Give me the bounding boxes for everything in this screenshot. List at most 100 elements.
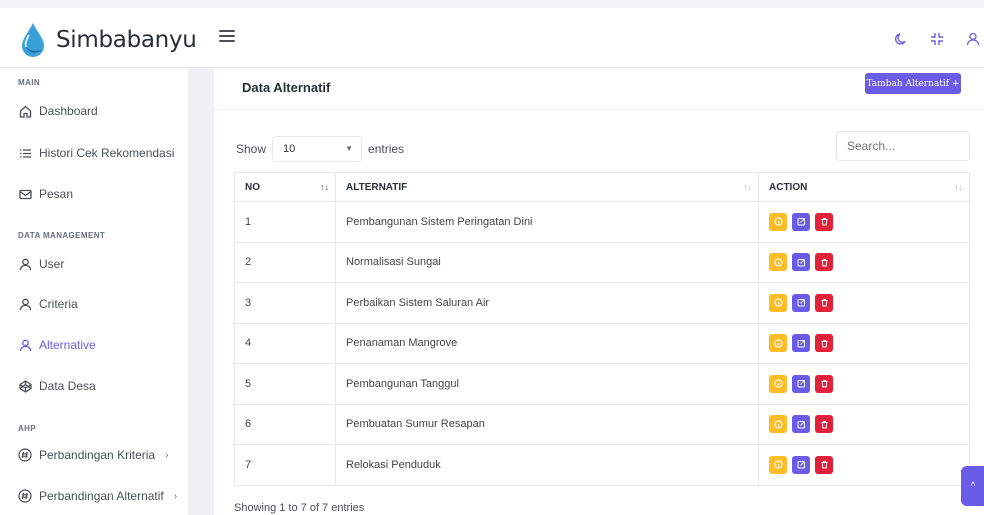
cell-alternatif: Penanaman Mangrove <box>335 322 759 364</box>
sort-icon: ↑↓ <box>320 182 329 192</box>
minimize-icon[interactable] <box>926 28 948 50</box>
edit-icon <box>797 461 805 469</box>
entries-select[interactable]: 10 ▼ <box>272 136 363 162</box>
info-icon <box>773 258 783 267</box>
column-header-action[interactable]: ACTION ↑↓ <box>758 172 970 202</box>
detail-button[interactable] <box>769 253 787 272</box>
delete-button[interactable] <box>815 212 833 231</box>
chevron-right-icon: › <box>173 490 178 502</box>
delete-button[interactable] <box>815 415 833 434</box>
detail-button[interactable] <box>769 334 787 353</box>
hash-circle-icon <box>18 489 32 503</box>
cell-no: 7 <box>234 444 336 486</box>
cell-alternatif: Pembangunan Sistem Peringatan Dini <box>335 201 759 243</box>
edit-icon <box>797 380 805 388</box>
detail-button[interactable] <box>769 293 787 312</box>
sidebar-item-label: Dashboard <box>39 104 98 118</box>
delete-button[interactable] <box>815 374 833 393</box>
sidebar-item-perbandingan-kriteria[interactable]: Perbandingan Kriteria › <box>18 448 168 462</box>
edit-icon <box>797 339 805 348</box>
brand[interactable]: Simbabanyu <box>18 18 197 62</box>
scroll-top-button[interactable]: ^ <box>961 466 984 506</box>
sidebar-item-user[interactable]: User <box>18 257 64 271</box>
delete-button[interactable] <box>815 253 833 272</box>
table-row: 2 Normalisasi Sungai <box>234 241 970 283</box>
trash-icon <box>821 420 827 429</box>
cell-alternatif: Relokasi Penduduk <box>335 444 759 486</box>
column-header-label: ALTERNATIF <box>346 181 408 193</box>
cell-alternatif: Normalisasi Sungai <box>335 241 759 283</box>
cell-action <box>758 241 970 283</box>
section-label-ahp: AHP <box>18 424 37 433</box>
cell-action <box>758 403 970 445</box>
edit-button[interactable] <box>792 415 810 434</box>
sidebar-item-label: Criteria <box>39 297 78 311</box>
sidebar-item-label: Data Desa <box>39 379 96 393</box>
user-icon <box>18 257 32 271</box>
cell-no: 5 <box>234 363 336 405</box>
table-row: 1 Pembangunan Sistem Peringatan Dini <box>234 201 970 243</box>
sidebar-item-pesan[interactable]: Pesan <box>18 187 73 201</box>
table-info: Showing 1 to 7 of 7 entries <box>234 502 365 514</box>
cell-no: 1 <box>234 201 336 243</box>
table-row: 3 Perbaikan Sistem Saluran Air <box>234 282 970 324</box>
info-icon <box>773 339 783 348</box>
content-card: Data Alternatif Tambah Alternatif + Show… <box>214 68 984 515</box>
cell-action <box>758 201 970 243</box>
entries-length-control: Show 10 ▼ entries <box>236 136 404 162</box>
column-header-alternatif[interactable]: ALTERNATIF ↑↓ <box>335 172 759 202</box>
add-alternative-button[interactable]: Tambah Alternatif + <box>865 73 961 94</box>
edit-button[interactable] <box>792 334 810 353</box>
detail-button[interactable] <box>769 212 787 231</box>
top-bar: Simbabanyu <box>0 0 984 68</box>
sidebar: MAIN Dashboard Histori Cek Rekomendasi P… <box>0 68 188 515</box>
sidebar-item-alternative[interactable]: Alternative <box>18 338 96 352</box>
detail-button[interactable] <box>769 415 787 434</box>
cell-action <box>758 322 970 364</box>
edit-icon <box>797 258 805 267</box>
edit-button[interactable] <box>792 374 810 393</box>
info-icon <box>773 298 783 307</box>
sidebar-item-label: Perbandingan Alternatif <box>39 489 164 503</box>
sidebar-item-label: Pesan <box>39 187 74 201</box>
sort-icon: ↑↓ <box>743 182 752 192</box>
show-label: Show <box>236 142 267 156</box>
trash-icon <box>821 218 827 226</box>
delete-button[interactable] <box>815 293 833 312</box>
edit-button[interactable] <box>792 212 810 231</box>
hash-circle-icon <box>18 448 32 462</box>
edit-button[interactable] <box>792 455 810 474</box>
sidebar-item-criteria[interactable]: Criteria <box>18 297 78 311</box>
cell-alternatif: Perbaikan Sistem Saluran Air <box>335 282 759 324</box>
alternatives-table: NO ↑↓ ALTERNATIF ↑↓ ACTION ↑↓ 1 Pembangunan … <box>234 172 970 486</box>
menu-icon[interactable] <box>219 30 235 44</box>
delete-button[interactable] <box>815 455 833 474</box>
detail-button[interactable] <box>769 374 787 393</box>
cell-action <box>758 282 970 324</box>
info-icon <box>773 379 783 388</box>
cell-alternatif: Pembuatan Sumur Resapan <box>335 403 759 445</box>
edit-button[interactable] <box>792 253 810 272</box>
trash-icon <box>821 380 827 388</box>
section-label-data-management: DATA MANAGEMENT <box>18 231 106 240</box>
cell-no: 6 <box>234 403 336 445</box>
user-icon <box>18 297 32 311</box>
search-input[interactable] <box>836 131 970 161</box>
sidebar-item-data-desa[interactable]: Data Desa <box>18 379 96 393</box>
edit-icon <box>797 299 805 307</box>
detail-button[interactable] <box>769 455 787 474</box>
moon-icon[interactable] <box>890 28 912 50</box>
edit-icon <box>797 420 805 429</box>
user-icon[interactable] <box>962 28 984 50</box>
edit-button[interactable] <box>792 293 810 312</box>
app-name: Simbabanyu <box>56 27 197 53</box>
sidebar-item-perbandingan-alternatif[interactable]: Perbandingan Alternatif › <box>18 489 177 503</box>
cell-no: 4 <box>234 322 336 364</box>
table-header-row: NO ↑↓ ALTERNATIF ↑↓ ACTION ↑↓ <box>234 172 970 202</box>
column-header-no[interactable]: NO ↑↓ <box>234 172 336 202</box>
sidebar-item-dashboard[interactable]: Dashboard <box>18 104 98 118</box>
delete-button[interactable] <box>815 334 833 353</box>
cell-action <box>758 444 970 486</box>
info-icon <box>773 217 783 226</box>
sidebar-item-histori[interactable]: Histori Cek Rekomendasi <box>18 146 174 160</box>
